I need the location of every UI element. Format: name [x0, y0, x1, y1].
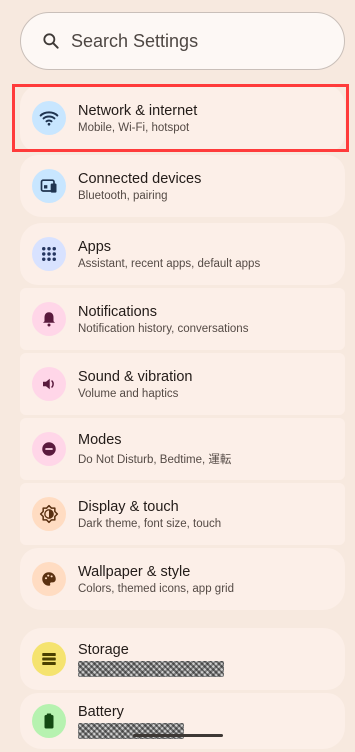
item-subtitle: Dark theme, font size, touch — [78, 517, 222, 530]
bell-icon — [32, 302, 66, 336]
battery-icon — [32, 704, 66, 738]
item-title: Modes — [78, 431, 122, 448]
settings-item-connected-devices[interactable]: Connected devices Bluetooth, pairing — [20, 155, 345, 217]
item-title: Battery — [78, 703, 124, 720]
item-title: Sound & vibration — [78, 368, 193, 385]
apps-grid-icon — [32, 237, 66, 271]
settings-group-apps: Apps Assistant, recent apps, default app… — [20, 223, 345, 613]
item-subtitle: Bluetooth, pairing — [78, 189, 168, 202]
settings-item-storage[interactable]: Storage — [20, 628, 345, 690]
item-title: Display & touch — [78, 498, 179, 515]
item-title: Connected devices — [78, 170, 202, 187]
settings-item-apps[interactable]: Apps Assistant, recent apps, default app… — [20, 223, 345, 285]
storage-icon — [32, 642, 66, 676]
palette-icon — [32, 562, 66, 596]
wifi-icon — [32, 101, 66, 135]
item-title: Storage — [78, 641, 129, 658]
volume-icon — [32, 367, 66, 401]
dnd-icon — [32, 432, 66, 466]
search-bar[interactable]: Search Settings — [20, 12, 345, 70]
settings-item-display-touch[interactable]: Display & touch Dark theme, font size, t… — [20, 483, 345, 545]
scroll-indicator — [133, 734, 223, 737]
item-subtitle: Colors, themed icons, app grid — [78, 582, 234, 595]
item-subtitle: Do Not Disturb, Bedtime, 運転 — [78, 453, 232, 466]
settings-item-modes[interactable]: Modes Do Not Disturb, Bedtime, 運転 — [20, 418, 345, 480]
item-subtitle: Volume and haptics — [78, 387, 179, 400]
search-icon — [43, 33, 59, 49]
search-placeholder: Search Settings — [71, 30, 199, 51]
settings-group-connectivity: Network & internet Mobile, Wi-Fi, hotspo… — [20, 84, 345, 220]
settings-item-sound-vibration[interactable]: Sound & vibration Volume and haptics — [20, 353, 345, 415]
item-subtitle: Notification history, conversations — [78, 322, 249, 335]
item-subtitle: Mobile, Wi-Fi, hotspot — [78, 121, 190, 134]
redacted-subtitle — [78, 660, 224, 677]
brightness-icon — [32, 497, 66, 531]
item-subtitle: Assistant, recent apps, default apps — [78, 257, 261, 270]
settings-item-wallpaper-style[interactable]: Wallpaper & style Colors, themed icons, … — [20, 548, 345, 610]
devices-icon — [32, 169, 66, 203]
item-title: Apps — [78, 238, 112, 255]
settings-item-battery[interactable]: Battery — [20, 693, 345, 749]
settings-item-network-internet[interactable]: Network & internet Mobile, Wi-Fi, hotspo… — [20, 84, 345, 152]
item-title: Notifications — [78, 303, 157, 320]
item-title: Wallpaper & style — [78, 563, 191, 580]
item-title: Network & internet — [78, 102, 198, 119]
settings-item-notifications[interactable]: Notifications Notification history, conv… — [20, 288, 345, 350]
